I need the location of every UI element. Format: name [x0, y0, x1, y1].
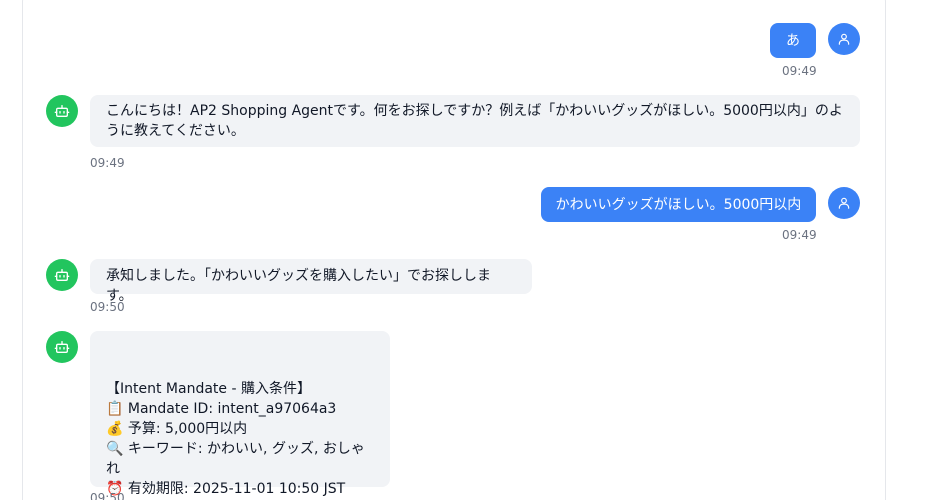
bot-message-bubble: こんにちは！AP2 Shopping Agentです。何をお探しですか？例えば「…: [90, 95, 860, 147]
message-timestamp: 09:49: [782, 64, 817, 78]
mandate-message-bubble: 【Intent Mandate - 購入条件】 📋 Mandate ID: in…: [90, 331, 390, 497]
user-message-bubble: あ: [770, 23, 816, 58]
bot-avatar: [46, 259, 78, 291]
message-timestamp: 09:49: [782, 228, 817, 242]
bot-icon: [54, 105, 70, 117]
user-message-bubble: かわいいグッズがほしい。5000円以内: [541, 187, 816, 222]
message-timestamp: 09:49: [90, 156, 125, 170]
bot-avatar: [46, 331, 78, 363]
user-icon: [838, 197, 850, 209]
message-timestamp: 09:50: [90, 491, 125, 500]
message-timestamp: 09:50: [90, 300, 125, 314]
bot-icon: [54, 269, 70, 281]
bot-icon: [54, 341, 70, 353]
bot-avatar: [46, 95, 78, 127]
user-avatar: [828, 23, 860, 55]
user-avatar: [828, 187, 860, 219]
user-icon: [838, 33, 850, 45]
bot-message-bubble: 承知しました。「かわいいグッズを購入したい」でお探しします。: [90, 259, 532, 304]
